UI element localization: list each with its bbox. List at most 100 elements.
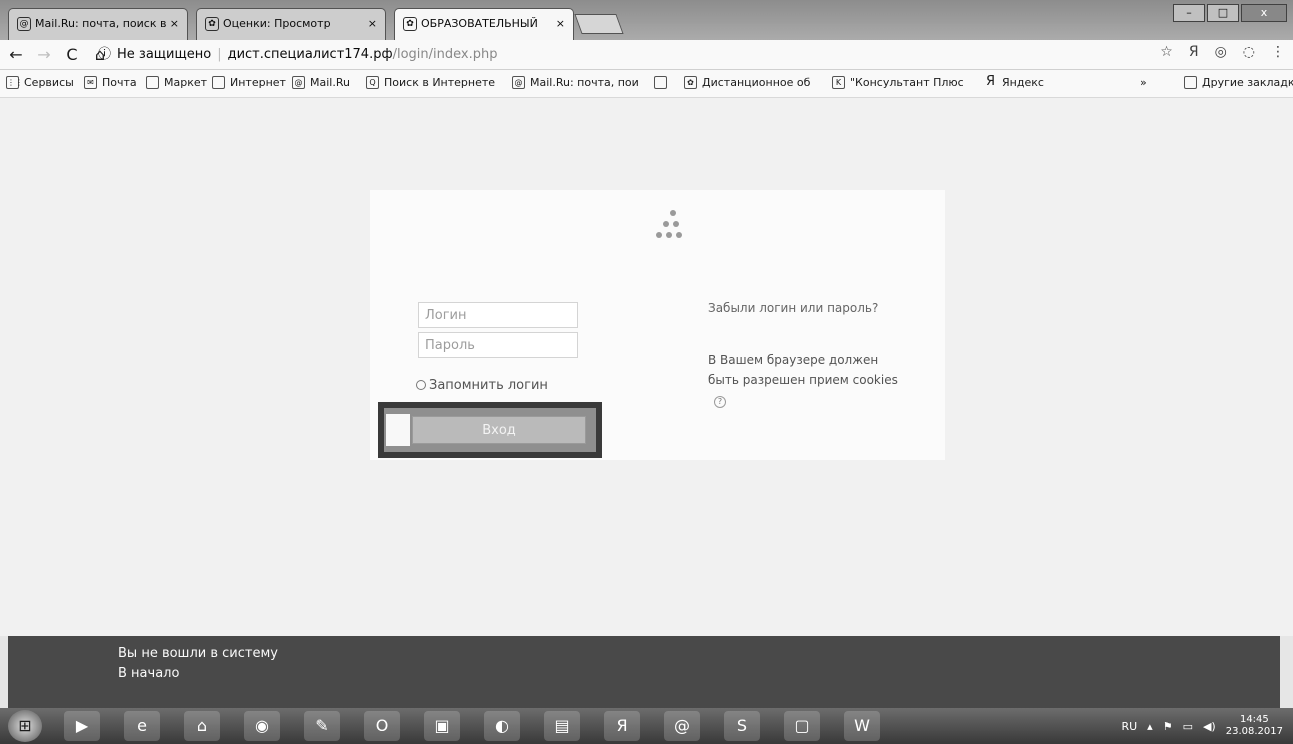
close-window-button[interactable]: x [1241,4,1287,22]
reload-button[interactable]: C [60,43,84,67]
close-tab-icon[interactable]: × [556,9,565,39]
close-tab-icon[interactable]: × [170,9,179,39]
bookmark-mail[interactable]: ✉ Почта [84,76,137,89]
yandex-browser-icon[interactable]: Я [604,711,640,741]
word-icon[interactable]: W [844,711,880,741]
explorer-icon[interactable]: ▣ [424,711,460,741]
language-indicator[interactable]: RU [1121,720,1137,733]
search-icon: Q [366,76,379,89]
yandex-extension-icon[interactable]: Я [1189,44,1199,60]
bookmark-search[interactable]: Q Поиск в Интернете [366,76,495,89]
media-player-icon[interactable]: ▶ [64,711,100,741]
url-path: /login/index.php [392,47,498,62]
player-icon[interactable]: ◐ [484,711,520,741]
bookmarks-bar: ⋮⋮ Сервисы ✉ Почта Маркет Интернет @ Mail.R… [0,70,1293,98]
menu-icon[interactable]: ⋮ [1271,44,1285,60]
page-footer: Вы не вошли в систему В начало [8,636,1280,708]
network-icon[interactable]: ▭ [1183,720,1193,733]
bookmark-mailru-mail[interactable]: @ Mail.Ru: почта, пои [512,76,639,89]
skype-icon[interactable]: S [724,711,760,741]
back-button[interactable]: ← [4,43,28,67]
mail-agent-icon[interactable]: @ [664,711,700,741]
bookmark-label: Маркет [164,76,208,89]
bookmark-mailru[interactable]: @ Mail.Ru [292,76,350,89]
other-bookmarks[interactable]: Другие закладки [1184,76,1293,89]
bookmark-internet[interactable]: Интернет [212,76,286,89]
login-button[interactable]: Вход [412,416,586,444]
tab-education[interactable]: ✿ ОБРАЗОВАТЕЛЬНЫЙ × [394,8,574,40]
browser-toolbar: ← → C ⌂ ⓘ Не защищено | дист.специалист174.… [0,40,1293,70]
bookmark-label: Почта [102,76,137,89]
volume-icon[interactable]: ◀) [1203,720,1216,733]
tray-expand-icon[interactable]: ▴ [1147,720,1153,733]
sprout-icon: ✿ [205,17,219,31]
bookmark-label: "Консультант Плюс [850,76,964,89]
tab-grades[interactable]: ✿ Оценки: Просмотр × [196,8,386,40]
new-tab-button[interactable] [574,14,624,34]
consultant-icon: K [832,76,845,89]
bookmark-label: Mail.Ru [310,76,350,89]
bookmark-market[interactable]: Маркет [146,76,207,89]
page-icon [212,76,225,89]
system-tray: RU ▴ ⚑ ▭ ◀) 14:45 23.08.2017 [1121,714,1283,738]
page-icon [654,76,667,89]
bookmark-yandex[interactable]: Я Яндекс [984,75,1044,89]
address-bar[interactable]: ⓘ Не защищено | дист.специалист174.рф/login… [98,44,1168,66]
info-icon[interactable]: ⓘ [98,47,111,62]
bookmark-label: Дистанционное об [702,76,811,89]
ie-icon[interactable]: e [124,711,160,741]
bookmark-star-icon[interactable]: ☆ [1160,44,1173,60]
bookmark-label: Интернет [230,76,286,89]
username-input[interactable] [418,302,578,328]
password-input[interactable] [418,332,578,358]
extension-icon[interactable]: ◌ [1243,44,1255,60]
forgot-password-link[interactable]: Забыли логин или пароль? [708,298,908,318]
tab-mail-ru[interactable]: @ Mail.Ru: почта, поиск в × [8,8,188,40]
bookmark-services[interactable]: ⋮⋮ Сервисы [6,76,74,89]
bookmark-distance[interactable]: ✿ Дистанционное об [684,76,810,89]
mailru-icon: @ [292,76,305,89]
bookmark-label: Поиск в Интернете [384,76,496,89]
login-panel: Запомнить логин Вход Забыли логин или па… [370,190,945,460]
paint-icon[interactable]: ✎ [304,711,340,741]
forward-button[interactable]: → [32,43,56,67]
bookmark-label: Mail.Ru: почта, пои [530,76,639,89]
windows-taskbar: ⊞ ▶ e ⌂ ◉ ✎ O ▣ ◐ ▤ Я @ S ▢ W RU ▴ ⚑ ▭ ◀… [0,708,1293,744]
tab-label: Оценки: Просмотр [223,17,331,30]
opera-icon[interactable]: O [364,711,400,741]
bookmark-label: Сервисы [24,76,74,89]
mail-icon: @ [17,17,31,31]
minimize-button[interactable]: – [1173,4,1205,22]
help-icon[interactable]: ? [714,396,726,408]
close-tab-icon[interactable]: × [368,9,377,39]
remember-login[interactable]: Запомнить логин [416,378,548,393]
mail-folder-icon: ✉ [84,76,97,89]
login-status: Вы не вошли в систему [118,646,278,661]
sprout-icon: ✿ [684,76,697,89]
start-button[interactable]: ⊞ [8,710,42,742]
site-logo-icon [650,208,686,248]
tab-label: Mail.Ru: почта, поиск в [35,17,167,30]
chrome-icon[interactable]: ◉ [244,711,280,741]
home-app-icon[interactable]: ⌂ [184,711,220,741]
terminal-icon[interactable]: ▢ [784,711,820,741]
clock[interactable]: 14:45 23.08.2017 [1226,714,1283,738]
extension-icon[interactable]: ◎ [1215,44,1227,60]
apps-icon: ⋮⋮ [6,76,23,89]
clock-time: 14:45 [1239,714,1269,725]
maximize-button[interactable]: □ [1207,4,1239,22]
flag-icon[interactable]: ⚑ [1163,720,1173,733]
tab-label: ОБРАЗОВАТЕЛЬНЫЙ [421,17,538,30]
bookmark-consultant[interactable]: K "Консультант Плюс [832,76,964,89]
home-link[interactable]: В начало [118,666,179,681]
remember-label: Запомнить логин [429,378,548,393]
login-button-frame: Вход [378,402,602,458]
clock-date: 23.08.2017 [1225,726,1283,737]
archive-icon[interactable]: ▤ [544,711,580,741]
mailru-icon: @ [512,76,525,89]
remember-checkbox[interactable] [416,380,426,390]
bookmarks-more-button[interactable]: » [1140,76,1147,89]
page-icon [146,76,159,89]
sprout-icon: ✿ [403,17,417,31]
bookmark-label: Яндекс [1002,76,1044,89]
